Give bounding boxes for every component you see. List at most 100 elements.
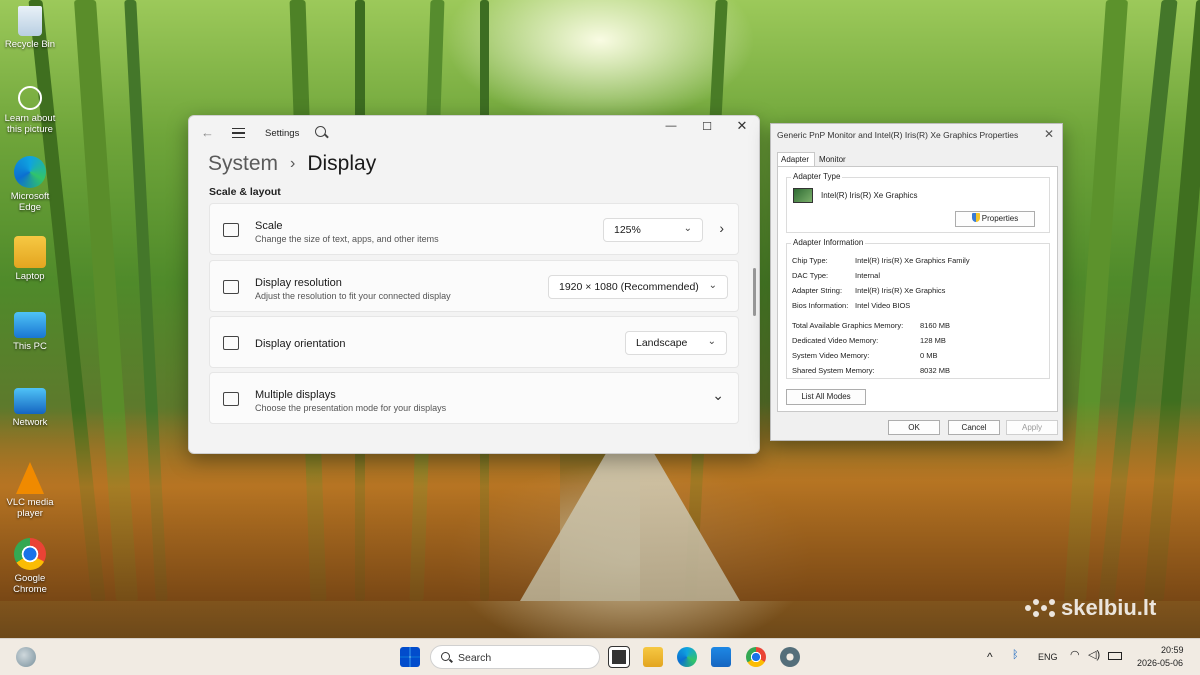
close-icon[interactable]: ✕ — [1044, 127, 1054, 141]
monitor-icon — [14, 312, 46, 338]
battery-icon[interactable] — [1108, 652, 1122, 660]
memory-row: Dedicated Video Memory: 128 MB — [792, 336, 946, 345]
scale-value: 125% — [614, 224, 641, 236]
watermark-text: skelbiu.lt — [1061, 595, 1157, 620]
close-button[interactable]: ✕ — [730, 118, 754, 134]
search-icon[interactable] — [315, 126, 326, 137]
properties-button[interactable]: Properties — [955, 211, 1035, 227]
desktop-icon-learn-about-picture[interactable]: Learn about this picture — [2, 86, 58, 135]
volume-icon[interactable]: ◁) — [1088, 648, 1100, 661]
resolution-dropdown[interactable]: 1920 × 1080 (Recommended) ⌄ — [548, 275, 728, 299]
adapter-name: Intel(R) Iris(R) Xe Graphics — [821, 191, 918, 200]
scale-card[interactable]: Scale Change the size of text, apps, and… — [209, 203, 739, 255]
multiple-displays-subtitle: Choose the presentation mode for your di… — [255, 403, 447, 413]
resolution-card: Display resolution Adjust the resolution… — [209, 260, 739, 312]
taskbar-search-placeholder: Search — [458, 652, 492, 664]
edge-icon — [14, 156, 46, 188]
recycle-bin-icon — [18, 6, 42, 36]
desktop-icon-edge[interactable]: Microsoft Edge — [2, 156, 58, 213]
ok-button[interactable]: OK — [888, 420, 940, 435]
taskbar: Search ^ ᛒ ENG ◠ ◁) 20:59 2026-05-06 — [0, 638, 1200, 675]
search-icon — [441, 652, 450, 661]
multiple-displays-card[interactable]: Multiple displays Choose the presentatio… — [209, 372, 739, 424]
hamburger-menu-icon[interactable] — [232, 128, 245, 138]
vlc-icon — [16, 462, 44, 494]
scale-dropdown[interactable]: 125% ⌄ — [603, 218, 703, 242]
cancel-button[interactable]: Cancel — [948, 420, 1000, 435]
dialog-title: Generic PnP Monitor and Intel(R) Iris(R)… — [777, 130, 1019, 140]
info-row: DAC Type: Internal — [792, 271, 881, 280]
chevron-right-icon[interactable]: › — [719, 220, 724, 236]
start-button-icon[interactable] — [400, 647, 420, 667]
learn-picture-icon — [18, 86, 42, 110]
clock-date[interactable]: 2026-05-06 — [1137, 658, 1183, 668]
orientation-dropdown[interactable]: Landscape ⌄ — [625, 331, 727, 355]
memory-row: Total Available Graphics Memory: 8160 MB — [792, 321, 951, 330]
task-view-icon[interactable] — [608, 646, 630, 668]
resolution-subtitle: Adjust the resolution to fit your connec… — [255, 291, 451, 301]
adapter-info-group: Adapter Information Chip Type: Intel(R) I… — [786, 238, 1050, 379]
bluetooth-icon[interactable]: ᛒ — [1012, 649, 1019, 661]
resolution-title: Display resolution — [255, 277, 342, 289]
chevron-down-icon: ⌄ — [708, 280, 717, 291]
chevron-down-icon: ⌄ — [707, 336, 716, 347]
apply-button[interactable]: Apply — [1006, 420, 1058, 435]
desktop-icon-network[interactable]: Network — [2, 388, 58, 428]
desktop-icon-vlc[interactable]: VLC media player — [2, 462, 58, 519]
scale-icon — [223, 223, 239, 237]
memory-row: Shared System Memory: 8032 MB — [792, 366, 951, 375]
settings-scrollbar[interactable] — [753, 268, 756, 316]
info-row: Adapter String: Intel(R) Iris(R) Xe Graph… — [792, 286, 946, 295]
multiple-displays-title: Multiple displays — [255, 389, 336, 401]
adapter-type-group: Adapter Type Intel(R) Iris(R) Xe Graphic… — [786, 172, 1050, 233]
settings-gear-icon[interactable] — [780, 647, 800, 667]
resolution-icon — [223, 280, 239, 294]
taskbar-search-box[interactable]: Search — [430, 645, 600, 669]
desktop-icon-laptop[interactable]: Laptop — [2, 236, 58, 282]
edge-icon[interactable] — [677, 647, 697, 667]
info-row: Chip Type: Intel(R) Iris(R) Xe Graphics F… — [792, 256, 970, 265]
watermark-logo-icon — [1025, 596, 1055, 620]
chevron-down-icon[interactable]: ⌄ — [712, 387, 724, 404]
list-all-modes-button[interactable]: List All Modes — [786, 389, 866, 405]
weather-icon[interactable] — [16, 647, 36, 667]
orientation-title: Display orientation — [255, 338, 346, 350]
desktop-icon-chrome[interactable]: Google Chrome — [2, 538, 58, 595]
breadcrumb: System › Display — [208, 152, 376, 176]
minimize-button[interactable]: — — [659, 120, 683, 132]
watermark: skelbiu.lt — [1025, 595, 1156, 621]
settings-window: ← Settings — ☐ ✕ System › Display Scale … — [188, 115, 760, 454]
settings-app-title: Settings — [265, 128, 300, 139]
file-explorer-icon[interactable] — [643, 647, 663, 667]
orientation-card: Display orientation Landscape ⌄ — [209, 316, 739, 368]
orientation-icon — [223, 336, 239, 350]
orientation-value: Landscape — [636, 337, 688, 349]
chrome-icon — [14, 538, 46, 570]
scale-title: Scale — [255, 220, 283, 232]
chevron-down-icon: ⌄ — [683, 223, 692, 234]
tab-monitor[interactable]: Monitor — [815, 152, 852, 167]
shield-icon — [971, 213, 980, 222]
chrome-icon[interactable] — [746, 647, 766, 667]
clock-time[interactable]: 20:59 — [1161, 645, 1184, 655]
resolution-value: 1920 × 1080 (Recommended) — [559, 281, 699, 293]
multiple-displays-icon — [223, 392, 239, 406]
network-icon — [14, 388, 46, 414]
back-arrow-icon[interactable]: ← — [201, 126, 215, 140]
desktop-icon-this-pc[interactable]: This PC — [2, 312, 58, 352]
dialog-tabs: Adapter Monitor — [777, 152, 852, 167]
tab-adapter[interactable]: Adapter — [777, 152, 816, 167]
adapter-properties-dialog: Generic PnP Monitor and Intel(R) Iris(R)… — [770, 123, 1063, 441]
info-row: Bios Information: Intel Video BIOS — [792, 301, 911, 310]
memory-row: System Video Memory: 0 MB — [792, 351, 938, 360]
adapter-panel: Adapter Type Intel(R) Iris(R) Xe Graphic… — [777, 166, 1058, 412]
store-icon[interactable] — [711, 647, 731, 667]
chevron-up-icon[interactable]: ^ — [987, 650, 993, 664]
desktop-icon-recycle-bin[interactable]: Recycle Bin — [2, 6, 58, 50]
wifi-icon[interactable]: ◠ — [1070, 648, 1080, 661]
breadcrumb-system[interactable]: System — [208, 152, 278, 176]
settings-titlebar: ← Settings — ☐ ✕ — [189, 116, 759, 150]
language-indicator[interactable]: ENG — [1038, 652, 1058, 662]
maximize-button[interactable]: ☐ — [695, 120, 719, 133]
section-heading: Scale & layout — [209, 186, 281, 198]
